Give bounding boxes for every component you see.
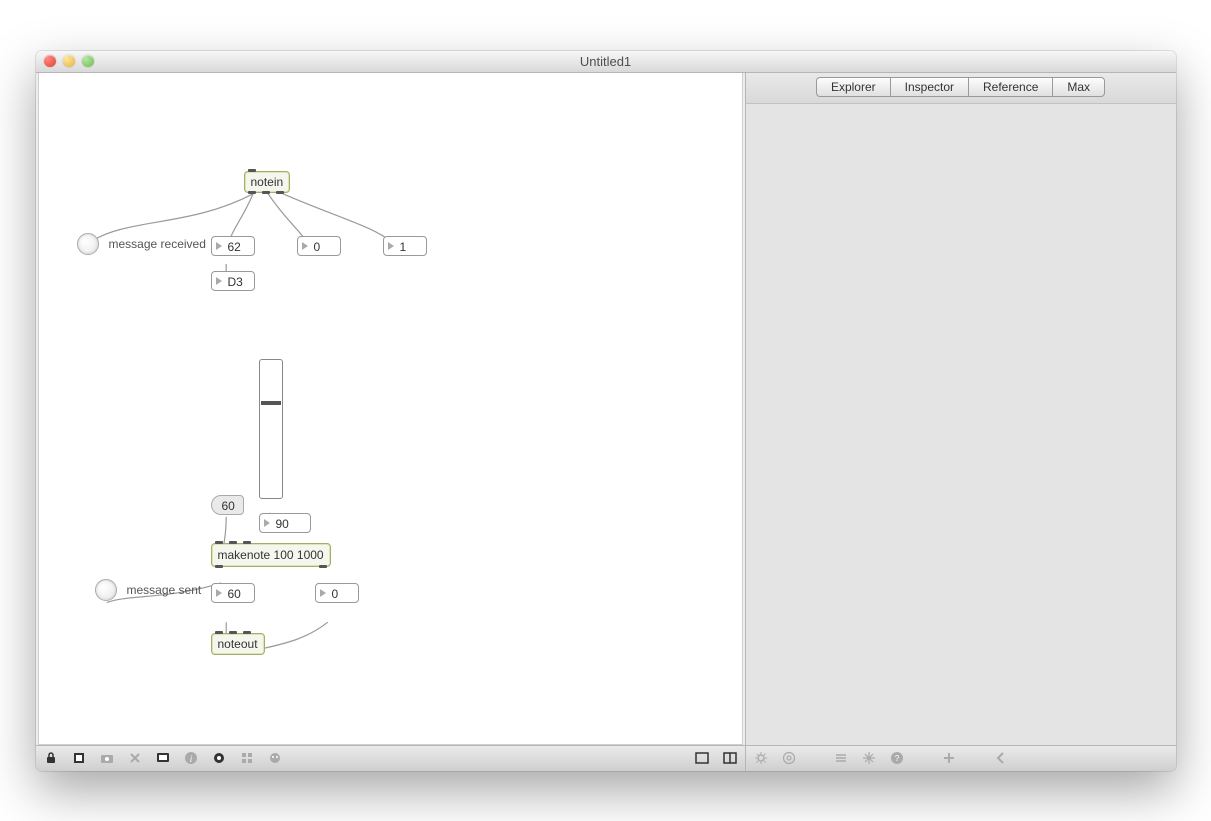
settings-icon[interactable]	[752, 749, 770, 767]
single-view-icon[interactable]	[693, 749, 711, 767]
lock-icon[interactable]	[42, 749, 60, 767]
plus-icon[interactable]	[940, 749, 958, 767]
titlebar: Untitled1	[36, 51, 1176, 73]
at-icon[interactable]	[780, 749, 798, 767]
sidebar-pane: ExplorerInspectorReferenceMax ?	[746, 73, 1176, 771]
x-icon[interactable]	[126, 749, 144, 767]
message-text: 60	[222, 499, 235, 513]
sidebar-body	[746, 104, 1176, 745]
numbox-pitch-in[interactable]: 62	[211, 236, 255, 256]
comment-message-received: message received	[105, 235, 210, 253]
close-window-button[interactable]	[44, 55, 56, 67]
tab-reference[interactable]: Reference	[968, 77, 1053, 97]
patcher-canvas[interactable]: notein message received 62	[38, 73, 743, 745]
numbox-slider-out[interactable]: 90	[259, 513, 311, 533]
numbox-velocity-in[interactable]: 0	[297, 236, 341, 256]
patcher-toolbar: i	[36, 745, 745, 771]
patch-cords	[39, 73, 742, 744]
back-icon[interactable]	[992, 749, 1010, 767]
new-patcher-icon[interactable]	[70, 749, 88, 767]
numbox-pitch-out[interactable]: 60	[211, 583, 255, 603]
numbox-value: 0	[332, 587, 339, 601]
object-text: makenote 100 1000	[218, 548, 324, 562]
camera-icon[interactable]	[98, 749, 116, 767]
traffic-lights	[44, 55, 94, 67]
snowflake-icon[interactable]	[860, 749, 878, 767]
bang-message-sent[interactable]	[95, 579, 117, 601]
object-text: noteout	[218, 637, 258, 651]
minimize-window-button[interactable]	[63, 55, 75, 67]
sidebar-toolbar: ?	[746, 745, 1176, 771]
svg-text:?: ?	[894, 754, 899, 763]
bang-message-received[interactable]	[77, 233, 99, 255]
tab-inspector[interactable]: Inspector	[890, 77, 969, 97]
tab-max[interactable]: Max	[1052, 77, 1105, 97]
help-icon[interactable]: ?	[888, 749, 906, 767]
object-text: notein	[251, 175, 284, 189]
window-title: Untitled1	[36, 54, 1176, 69]
clue-icon[interactable]	[210, 749, 228, 767]
numbox-value: 90	[276, 517, 289, 531]
split-view-icon[interactable]	[721, 749, 739, 767]
object-noteout[interactable]: noteout	[211, 633, 265, 655]
debug-icon[interactable]	[266, 749, 284, 767]
grid-icon[interactable]	[238, 749, 256, 767]
slider-velocity[interactable]	[259, 359, 283, 499]
numbox-value: 62	[228, 240, 241, 254]
numbox-value: 1	[400, 240, 407, 254]
app-window: Untitled1	[36, 51, 1176, 771]
presentation-icon[interactable]	[154, 749, 172, 767]
sidebar-tabs: ExplorerInspectorReferenceMax	[746, 73, 1176, 104]
object-makenote[interactable]: makenote 100 1000	[211, 543, 331, 567]
zoom-window-button[interactable]	[82, 55, 94, 67]
numbox-channel-in[interactable]: 1	[383, 236, 427, 256]
numbox-value: 0	[314, 240, 321, 254]
message-60[interactable]: 60	[211, 495, 244, 515]
tab-explorer[interactable]: Explorer	[816, 77, 891, 97]
display-value: D3	[228, 275, 243, 289]
display-note-name[interactable]: D3	[211, 271, 255, 291]
comment-message-sent: message sent	[123, 581, 206, 599]
numbox-value: 60	[228, 587, 241, 601]
numbox-velocity-out[interactable]: 0	[315, 583, 359, 603]
list-icon[interactable]	[832, 749, 850, 767]
info-icon[interactable]: i	[182, 749, 200, 767]
patcher-pane: notein message received 62	[36, 73, 746, 771]
object-notein[interactable]: notein	[244, 171, 291, 193]
